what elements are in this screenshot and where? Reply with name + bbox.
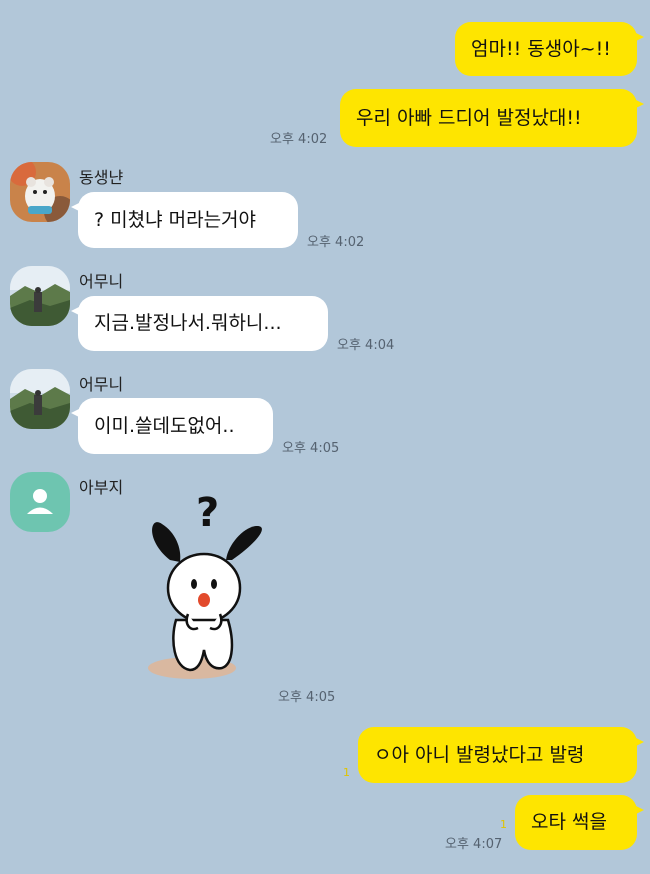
message-bubble-incoming[interactable]: 지금.발정나서.뭐하니... xyxy=(71,296,328,351)
message-bubble-incoming[interactable]: 이미.쓸데도없어.. xyxy=(71,398,273,454)
message-bubble-outgoing[interactable]: 우리 아빠 드디어 발정났대!! xyxy=(340,89,644,147)
message-bubble-outgoing[interactable]: ㅇ아 아니 발령났다고 발령 xyxy=(358,727,644,783)
message-time: 오후 4:04 xyxy=(337,338,395,353)
landscape-avatar-icon[interactable] xyxy=(10,369,70,429)
message-text: ㅇ아 아니 발령났다고 발령 xyxy=(374,743,585,766)
sender-name: 어무니 xyxy=(79,375,124,394)
message-text: 지금.발정나서.뭐하니... xyxy=(94,312,282,334)
message-text: 우리 아빠 드디어 발정났대!! xyxy=(356,106,582,129)
message-time: 오후 4:02 xyxy=(307,235,365,250)
message-bubble-outgoing[interactable]: 오타 썩을 xyxy=(515,795,644,850)
sender-name: 어무니 xyxy=(79,272,124,291)
message-text: ? 미쳤냐 머라는거야 xyxy=(94,208,257,231)
sticker-question-mark: ? xyxy=(196,490,220,536)
message-time: 오후 4:05 xyxy=(278,690,336,705)
message-text: 이미.쓸데도없어.. xyxy=(94,414,235,437)
message-time: 오후 4:05 xyxy=(282,441,340,456)
message-time: 오후 4:07 xyxy=(445,837,503,852)
message-bubble-incoming[interactable]: ? 미쳤냐 머라는거야 xyxy=(71,192,298,248)
default-person-avatar-icon[interactable] xyxy=(10,472,70,532)
message-time: 오후 4:02 xyxy=(270,132,328,147)
message-text: 오타 썩을 xyxy=(531,811,607,833)
sender-name: 아부지 xyxy=(79,478,124,497)
message-bubble-outgoing[interactable]: 엄마!! 동생아~!! xyxy=(455,22,644,76)
landscape-avatar-icon[interactable] xyxy=(10,266,70,326)
sender-name: 동생냔 xyxy=(79,168,124,187)
unread-count: 1 xyxy=(343,766,350,779)
message-text: 엄마!! 동생아~!! xyxy=(471,37,611,60)
unread-count: 1 xyxy=(500,818,507,831)
hamster-avatar-icon[interactable] xyxy=(10,162,70,222)
